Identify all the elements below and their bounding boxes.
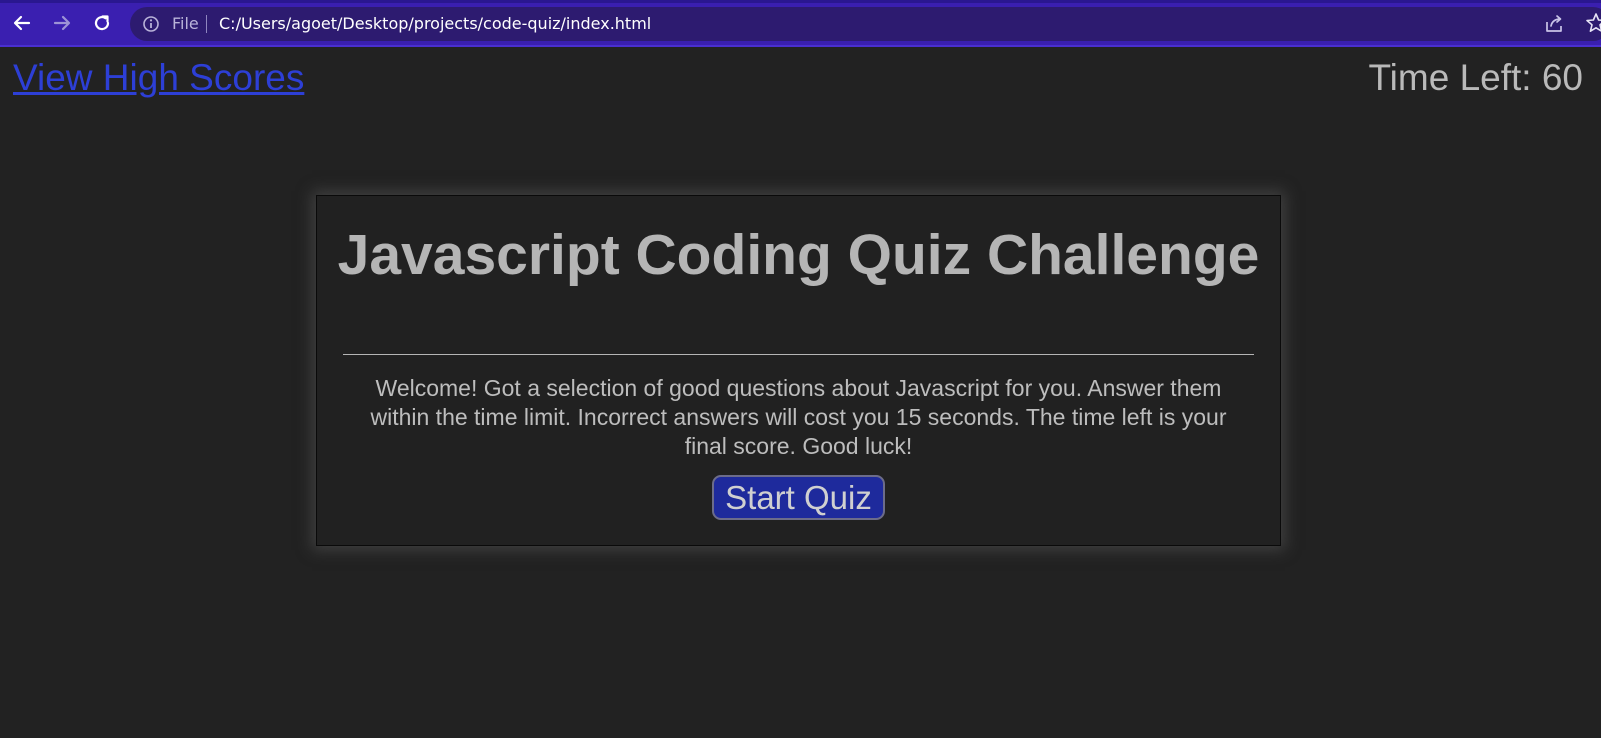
star-icon[interactable] [1585, 12, 1601, 34]
back-arrow-icon [13, 15, 31, 31]
forward-button[interactable] [48, 9, 76, 37]
timer-label: Time Left: [1368, 57, 1532, 98]
reload-button[interactable] [88, 9, 116, 37]
quiz-intro-text: Welcome! Got a selection of good questio… [370, 375, 1227, 459]
url-separator [206, 15, 207, 33]
back-button[interactable] [8, 9, 36, 37]
quiz-title: Javascript Coding Quiz Challenge [337, 223, 1260, 287]
info-icon[interactable] [142, 15, 160, 33]
browser-toolbar: File C:/Users/agoet/Desktop/projects/cod… [0, 0, 1601, 47]
view-high-scores-link[interactable]: View High Scores [13, 56, 304, 100]
forward-arrow-icon [53, 15, 71, 31]
timer: Time Left: 60 [1368, 56, 1583, 100]
address-bar[interactable]: File C:/Users/agoet/Desktop/projects/cod… [130, 7, 1601, 41]
timer-value: 60 [1541, 57, 1583, 98]
reload-icon [94, 15, 110, 31]
quiz-intro-card: Javascript Coding Quiz Challenge Welcome… [316, 195, 1281, 546]
share-icon[interactable] [1543, 13, 1565, 35]
tab-strip [0, 0, 1601, 3]
start-quiz-button[interactable]: Start Quiz [712, 475, 885, 520]
file-scheme-label: File [172, 14, 199, 33]
title-divider [343, 354, 1254, 355]
url-text[interactable]: C:/Users/agoet/Desktop/projects/code-qui… [219, 14, 651, 34]
